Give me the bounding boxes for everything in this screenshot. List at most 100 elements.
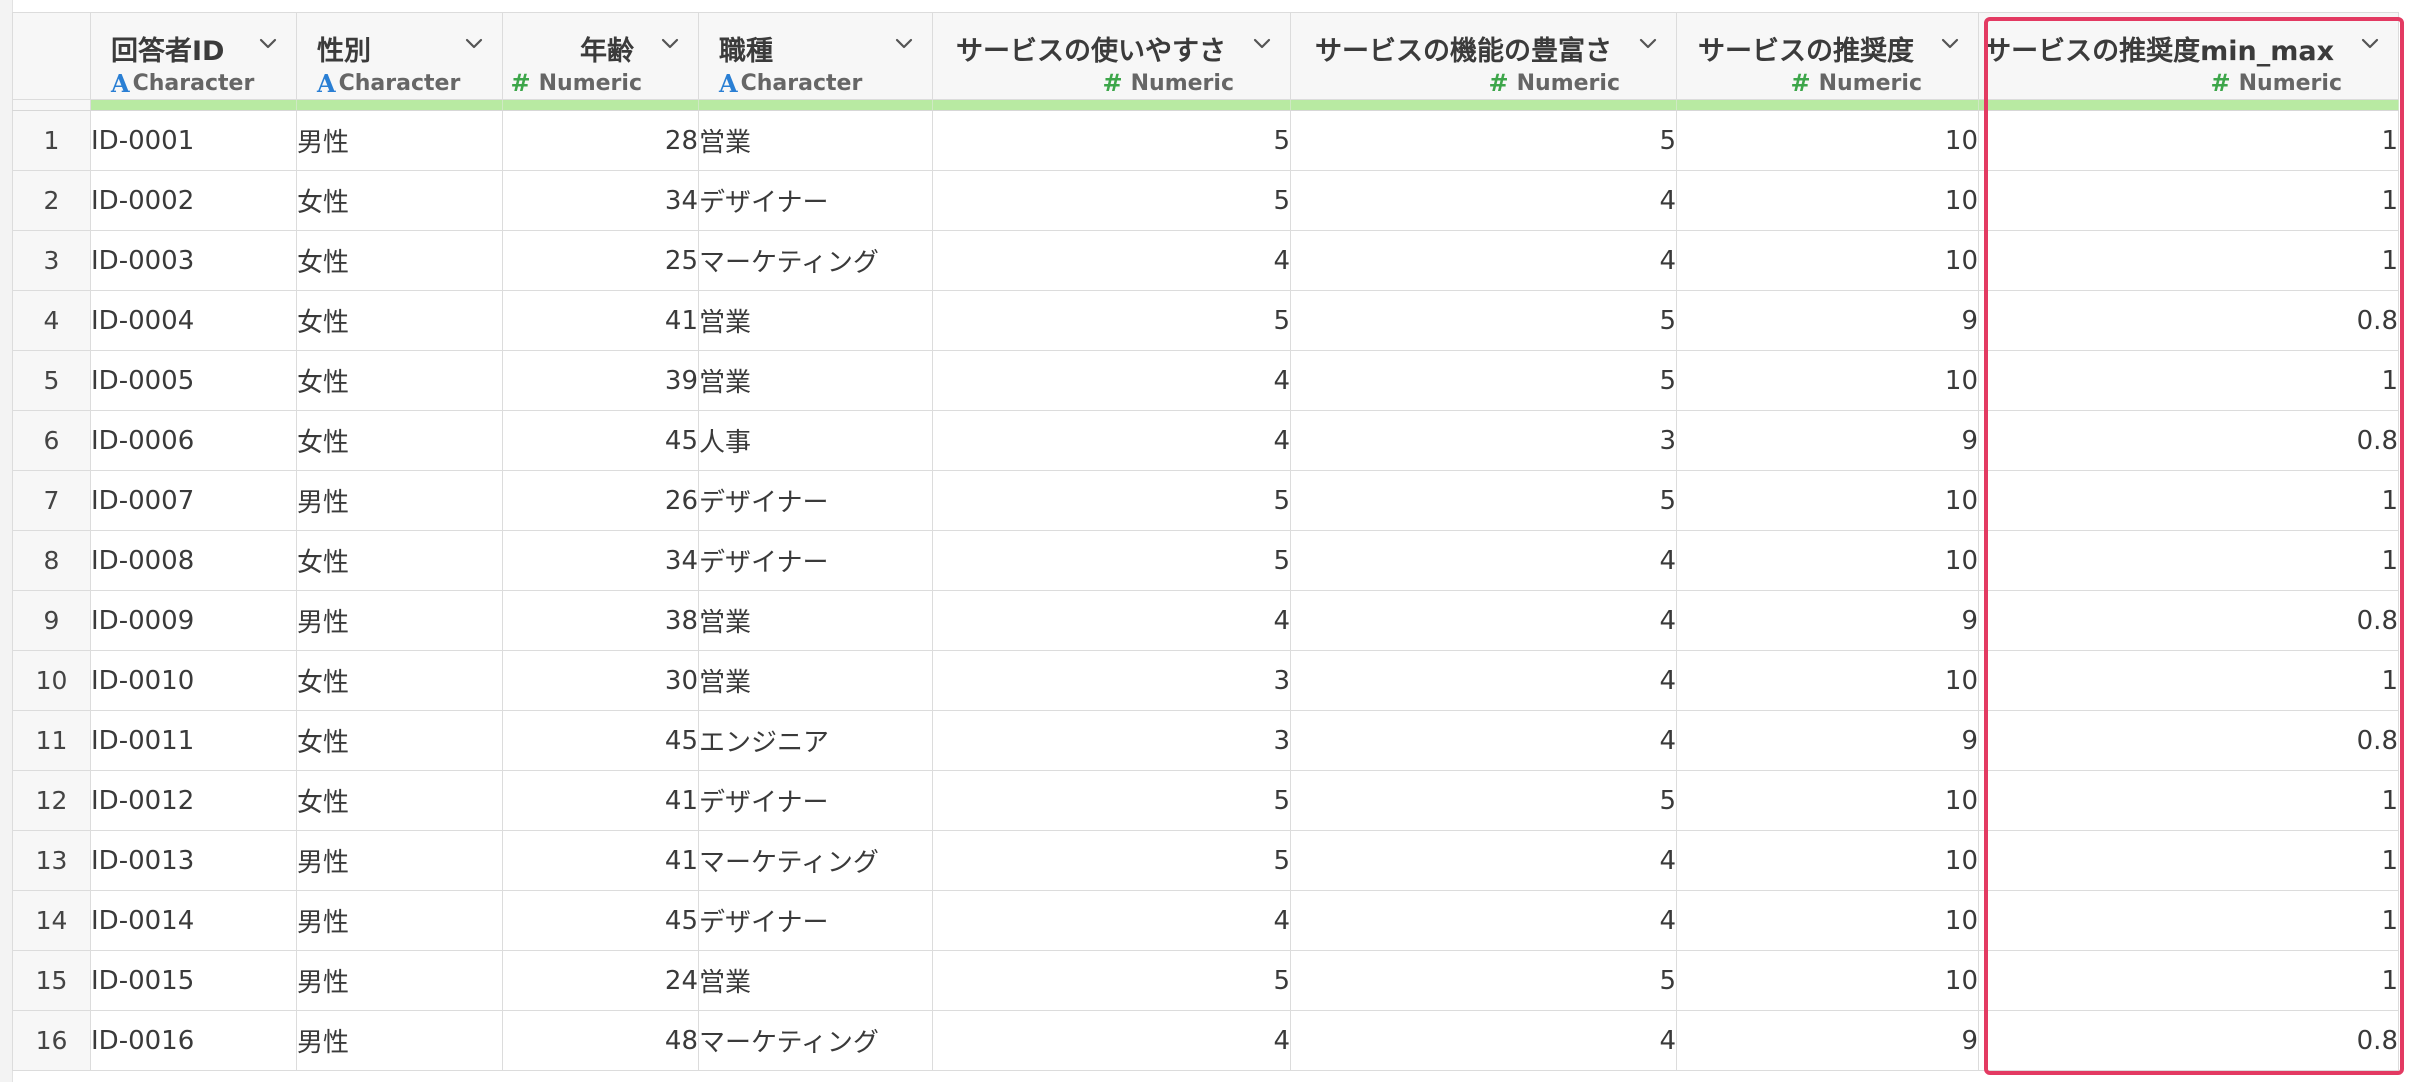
chevron-down-icon[interactable] — [258, 33, 278, 53]
table-cell[interactable]: 48 — [502, 1010, 699, 1071]
table-cell[interactable]: 4 — [932, 230, 1291, 291]
table-cell[interactable]: 10 — [1676, 890, 1979, 951]
table-cell[interactable]: ID-0012 — [90, 770, 297, 831]
table-cell[interactable]: 41 — [502, 830, 699, 891]
table-cell[interactable]: 34 — [502, 530, 699, 591]
table-cell[interactable]: 0.8 — [1978, 590, 2399, 651]
table-cell[interactable]: 女性 — [296, 350, 503, 411]
table-cell[interactable]: 1 — [1978, 170, 2399, 231]
table-row[interactable]: 1 ID-0001 男性 28 営業 5 5 10 1 — [12, 110, 2399, 171]
table-cell[interactable]: 4 — [1290, 650, 1677, 711]
table-cell[interactable]: 5 — [932, 170, 1291, 231]
table-cell[interactable]: 4 — [932, 410, 1291, 471]
table-cell[interactable]: ID-0004 — [90, 290, 297, 351]
table-row[interactable]: 14 ID-0014 男性 45 デザイナー 4 4 10 1 — [12, 890, 2399, 951]
table-cell[interactable]: ID-0016 — [90, 1010, 297, 1071]
table-row[interactable]: 5 ID-0005 女性 39 営業 4 5 10 1 — [12, 350, 2399, 411]
table-cell[interactable]: 1 — [1978, 110, 2399, 171]
chevron-down-icon[interactable] — [894, 33, 914, 53]
table-cell[interactable]: 0.8 — [1978, 1010, 2399, 1071]
table-row[interactable]: 6 ID-0006 女性 45 人事 4 3 9 0.8 — [12, 410, 2399, 471]
table-cell[interactable]: 4 — [932, 1010, 1291, 1071]
chevron-down-icon[interactable] — [1252, 33, 1272, 53]
table-cell[interactable]: 25 — [502, 230, 699, 291]
table-cell[interactable]: ID-0007 — [90, 470, 297, 531]
table-cell[interactable]: 10 — [1676, 350, 1979, 411]
table-cell[interactable]: 0.8 — [1978, 710, 2399, 771]
table-cell[interactable]: 女性 — [296, 410, 503, 471]
table-cell[interactable]: 4 — [1290, 1010, 1677, 1071]
table-cell[interactable]: 4 — [1290, 530, 1677, 591]
table-cell[interactable]: 45 — [502, 890, 699, 951]
table-cell[interactable]: 5 — [932, 110, 1291, 171]
table-cell[interactable]: 10 — [1676, 470, 1979, 531]
table-cell[interactable]: 女性 — [296, 290, 503, 351]
column-header[interactable]: サービスの使いやすさ # Numeric — [932, 12, 1291, 100]
table-cell[interactable]: 5 — [1290, 350, 1677, 411]
table-cell[interactable]: ID-0011 — [90, 710, 297, 771]
table-cell[interactable]: ID-0008 — [90, 530, 297, 591]
chevron-down-icon[interactable] — [464, 33, 484, 53]
table-cell[interactable]: 女性 — [296, 530, 503, 591]
column-header[interactable]: サービスの推奨度min_max # Numeric — [1978, 12, 2399, 100]
table-cell[interactable]: 3 — [932, 650, 1291, 711]
table-row[interactable]: 12 ID-0012 女性 41 デザイナー 5 5 10 1 — [12, 770, 2399, 831]
table-cell[interactable]: デザイナー — [698, 170, 933, 231]
table-row[interactable]: 16 ID-0016 男性 48 マーケティング 4 4 9 0.8 — [12, 1010, 2399, 1071]
chevron-down-icon[interactable] — [660, 33, 680, 53]
table-cell[interactable]: 5 — [1290, 470, 1677, 531]
table-cell[interactable]: 10 — [1676, 770, 1979, 831]
column-header[interactable]: 職種 A Character — [698, 12, 933, 100]
table-cell[interactable]: 営業 — [698, 950, 933, 1011]
table-cell[interactable]: 10 — [1676, 110, 1979, 171]
table-cell[interactable]: 女性 — [296, 710, 503, 771]
table-cell[interactable]: 10 — [1676, 650, 1979, 711]
table-cell[interactable]: ID-0013 — [90, 830, 297, 891]
table-cell[interactable]: 1 — [1978, 230, 2399, 291]
table-cell[interactable]: 9 — [1676, 290, 1979, 351]
table-cell[interactable]: 5 — [932, 770, 1291, 831]
table-cell[interactable]: 1 — [1978, 530, 2399, 591]
table-cell[interactable]: 10 — [1676, 530, 1979, 591]
table-cell[interactable]: ID-0014 — [90, 890, 297, 951]
table-cell[interactable]: 9 — [1676, 410, 1979, 471]
table-cell[interactable]: 5 — [932, 530, 1291, 591]
table-cell[interactable]: 5 — [1290, 290, 1677, 351]
table-cell[interactable]: マーケティング — [698, 230, 933, 291]
table-cell[interactable]: 4 — [932, 590, 1291, 651]
table-row[interactable]: 8 ID-0008 女性 34 デザイナー 5 4 10 1 — [12, 530, 2399, 591]
table-row[interactable]: 2 ID-0002 女性 34 デザイナー 5 4 10 1 — [12, 170, 2399, 231]
chevron-down-icon[interactable] — [1940, 33, 1960, 53]
table-cell[interactable]: デザイナー — [698, 890, 933, 951]
table-cell[interactable]: 男性 — [296, 890, 503, 951]
table-cell[interactable]: 男性 — [296, 1010, 503, 1071]
table-cell[interactable]: 女性 — [296, 230, 503, 291]
table-cell[interactable]: 営業 — [698, 590, 933, 651]
table-cell[interactable]: エンジニア — [698, 710, 933, 771]
table-cell[interactable]: 4 — [932, 890, 1291, 951]
column-header[interactable]: 性別 A Character — [296, 12, 503, 100]
table-cell[interactable]: 1 — [1978, 470, 2399, 531]
table-row[interactable]: 4 ID-0004 女性 41 営業 5 5 9 0.8 — [12, 290, 2399, 351]
table-cell[interactable]: 営業 — [698, 650, 933, 711]
table-cell[interactable]: 女性 — [296, 170, 503, 231]
table-row[interactable]: 9 ID-0009 男性 38 営業 4 4 9 0.8 — [12, 590, 2399, 651]
table-cell[interactable]: 41 — [502, 770, 699, 831]
table-cell[interactable]: 34 — [502, 170, 699, 231]
table-cell[interactable]: ID-0006 — [90, 410, 297, 471]
table-cell[interactable]: 4 — [1290, 710, 1677, 771]
table-cell[interactable]: 5 — [932, 830, 1291, 891]
table-cell[interactable]: ID-0005 — [90, 350, 297, 411]
table-row[interactable]: 15 ID-0015 男性 24 営業 5 5 10 1 — [12, 950, 2399, 1011]
table-cell[interactable]: 28 — [502, 110, 699, 171]
table-row[interactable]: 3 ID-0003 女性 25 マーケティング 4 4 10 1 — [12, 230, 2399, 291]
table-cell[interactable]: 0.8 — [1978, 410, 2399, 471]
table-row[interactable]: 13 ID-0013 男性 41 マーケティング 5 4 10 1 — [12, 830, 2399, 891]
table-cell[interactable]: 38 — [502, 590, 699, 651]
table-cell[interactable]: 9 — [1676, 590, 1979, 651]
table-cell[interactable]: 1 — [1978, 950, 2399, 1011]
table-cell[interactable]: 1 — [1978, 650, 2399, 711]
table-cell[interactable]: マーケティング — [698, 1010, 933, 1071]
table-cell[interactable]: ID-0003 — [90, 230, 297, 291]
table-cell[interactable]: 10 — [1676, 830, 1979, 891]
